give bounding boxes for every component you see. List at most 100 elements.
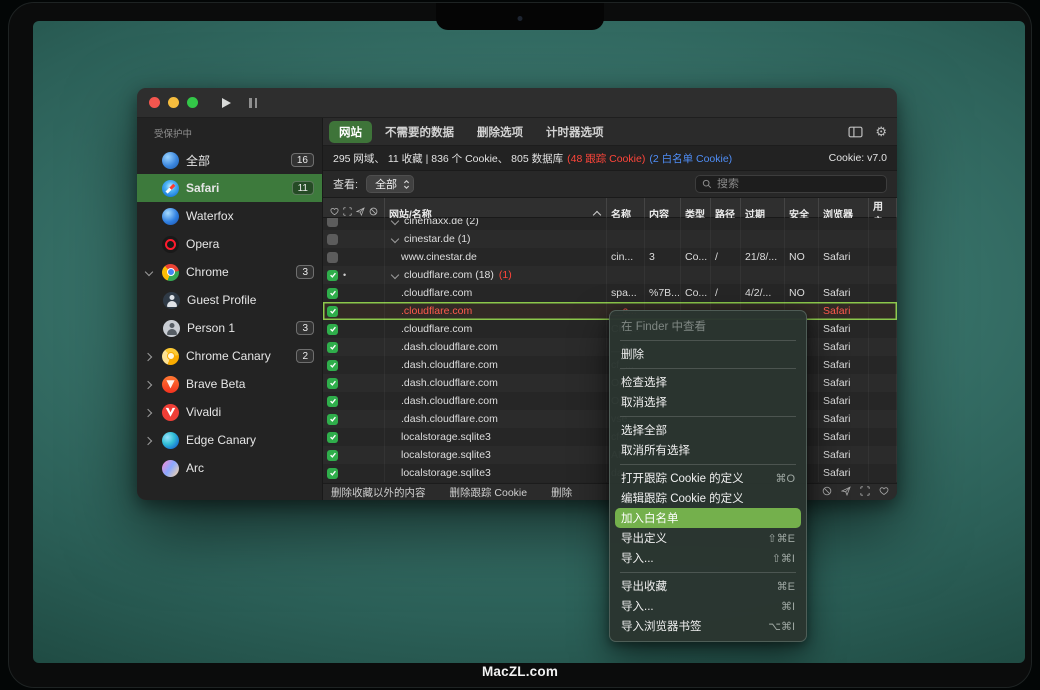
minimize-button[interactable]: [168, 97, 179, 108]
menu-item[interactable]: 导入浏览器书签⌥⌘I: [610, 616, 806, 636]
disclosure-chevron-icon[interactable]: [143, 350, 155, 362]
site-cell: .cloudflare.com: [385, 302, 607, 320]
menu-item[interactable]: 删除: [610, 344, 806, 364]
menu-item[interactable]: 导入...⇧⌘I: [610, 548, 806, 568]
row-dot-icon: •: [343, 270, 346, 280]
row-checkbox[interactable]: [327, 288, 338, 299]
row-checkbox[interactable]: [327, 414, 338, 425]
sidebar-item-all[interactable]: 全部16: [137, 146, 322, 174]
row-disclosure-icon[interactable]: [389, 233, 402, 245]
row-disclosure-icon[interactable]: [389, 218, 402, 227]
menu-item-label: 选择全部: [621, 422, 667, 438]
sidebar-item-guest-profile[interactable]: Guest Profile: [137, 286, 322, 314]
sidebar-item-person-1[interactable]: Person 13: [137, 314, 322, 342]
sidebar-item-vivaldi[interactable]: Vivaldi: [137, 398, 322, 426]
scan-icon[interactable]: [860, 486, 870, 499]
sidebar-item-waterfox[interactable]: Waterfox: [137, 202, 322, 230]
site-cell: localstorage.sqlite3: [385, 464, 607, 482]
safari-icon: [162, 180, 179, 197]
sidebar-item-label: Chrome: [186, 265, 289, 279]
menu-separator: [620, 416, 796, 417]
disclosure-chevron-icon[interactable]: [143, 406, 155, 418]
search-field[interactable]: [695, 175, 887, 193]
browser-cell: Safari: [819, 464, 869, 482]
footer-action-1[interactable]: 删除收藏以外的内容: [331, 485, 426, 500]
menu-item-label: 取消选择: [621, 394, 667, 410]
menu-item-shortcut: ⌘O: [775, 472, 795, 485]
row-disclosure-icon[interactable]: [389, 269, 402, 281]
sidebar-item-safari[interactable]: Safari11: [137, 174, 322, 202]
table-row[interactable]: •cloudflare.com (18)(1): [323, 266, 897, 284]
menu-item[interactable]: 导出定义⇧⌘E: [610, 528, 806, 548]
tab-4[interactable]: 计时器选项: [536, 121, 614, 143]
row-checkbox[interactable]: [327, 432, 338, 443]
tab-2[interactable]: 不需要的数据: [375, 121, 464, 143]
expiry-cell: 4/2/...: [741, 284, 785, 302]
table-row[interactable]: .cloudflare.comspa...%7B...Co.../4/2/...…: [323, 284, 897, 302]
row-checkbox[interactable]: [327, 450, 338, 461]
table-header[interactable]: 网站/名称名称内容类型路径过期安全浏览器用户: [323, 198, 897, 218]
close-button[interactable]: [149, 97, 160, 108]
footer-icons: [822, 486, 889, 499]
disclosure-chevron-icon[interactable]: [143, 378, 155, 390]
sidebar-item-opera[interactable]: Opera: [137, 230, 322, 258]
menu-item[interactable]: 导出收藏⌘E: [610, 576, 806, 596]
row-checkbox[interactable]: [327, 360, 338, 371]
menu-item-label: 导出收藏: [621, 578, 667, 594]
disclosure-chevron-icon[interactable]: [143, 266, 155, 278]
view-popup-button[interactable]: 全部: [366, 175, 414, 193]
table-row[interactable]: www.cinestar.decin...3Co.../21/8/...NOSa…: [323, 248, 897, 266]
row-checkbox[interactable]: [327, 270, 338, 281]
user-cell: [869, 410, 897, 428]
row-checkbox[interactable]: [327, 252, 338, 263]
search-input[interactable]: [717, 178, 880, 190]
menu-item[interactable]: 取消选择: [610, 392, 806, 412]
row-checkbox[interactable]: [327, 234, 338, 245]
secure-cell: NO: [785, 284, 819, 302]
user-cell: [869, 302, 897, 320]
send-icon[interactable]: [841, 486, 851, 499]
menu-item-label: 导出定义: [621, 530, 667, 546]
footer-action-3[interactable]: 删除: [551, 485, 572, 500]
row-checkbox[interactable]: [327, 306, 338, 317]
menu-item[interactable]: 加入白名单: [615, 508, 801, 528]
menu-item[interactable]: 检查选择: [610, 372, 806, 392]
sidebar-item-edge-canary[interactable]: Edge Canary: [137, 426, 322, 454]
site-cell: localstorage.sqlite3: [385, 446, 607, 464]
sidebar-item-brave-beta[interactable]: Brave Beta: [137, 370, 322, 398]
user-cell: [869, 320, 897, 338]
menu-item[interactable]: 编辑跟踪 Cookie 的定义: [610, 488, 806, 508]
menu-item[interactable]: 取消所有选择: [610, 440, 806, 460]
menu-item[interactable]: 在 Finder 中查看: [610, 316, 806, 336]
pause-icon[interactable]: [249, 98, 257, 108]
gear-icon[interactable]: ⚙: [875, 125, 887, 138]
sidebar-item-chrome-canary[interactable]: Chrome Canary2: [137, 342, 322, 370]
tab-1[interactable]: 网站: [329, 121, 372, 143]
sidebar-item-label: Chrome Canary: [186, 349, 289, 363]
menu-separator: [620, 340, 796, 341]
table-row[interactable]: cinemaxx.de (2): [323, 218, 897, 230]
user-cell: [869, 446, 897, 464]
row-checkbox[interactable]: [327, 468, 338, 479]
disclosure-chevron-icon[interactable]: [143, 434, 155, 446]
row-checkbox[interactable]: [327, 218, 338, 227]
footer-action-2[interactable]: 删除跟踪 Cookie: [450, 485, 528, 500]
sidebar-item-arc[interactable]: Arc: [137, 454, 322, 482]
heart-icon[interactable]: [879, 486, 889, 499]
block-icon[interactable]: [822, 486, 832, 499]
sidebar-item-chrome[interactable]: Chrome3: [137, 258, 322, 286]
row-checkbox[interactable]: [327, 342, 338, 353]
row-checkbox[interactable]: [327, 396, 338, 407]
panel-icon[interactable]: [848, 126, 863, 138]
play-icon[interactable]: [222, 98, 231, 108]
row-controls-cell: [323, 392, 385, 410]
row-checkbox[interactable]: [327, 378, 338, 389]
menu-item[interactable]: 打开跟踪 Cookie 的定义⌘O: [610, 468, 806, 488]
zoom-button[interactable]: [187, 97, 198, 108]
stats-bar: 295 网域、 11 收藏 | 836 个 Cookie、 805 数据库 (4…: [323, 146, 897, 171]
table-row[interactable]: cinestar.de (1): [323, 230, 897, 248]
menu-item[interactable]: 导入...⌘I: [610, 596, 806, 616]
row-checkbox[interactable]: [327, 324, 338, 335]
menu-item[interactable]: 选择全部: [610, 420, 806, 440]
tab-3[interactable]: 删除选项: [467, 121, 533, 143]
